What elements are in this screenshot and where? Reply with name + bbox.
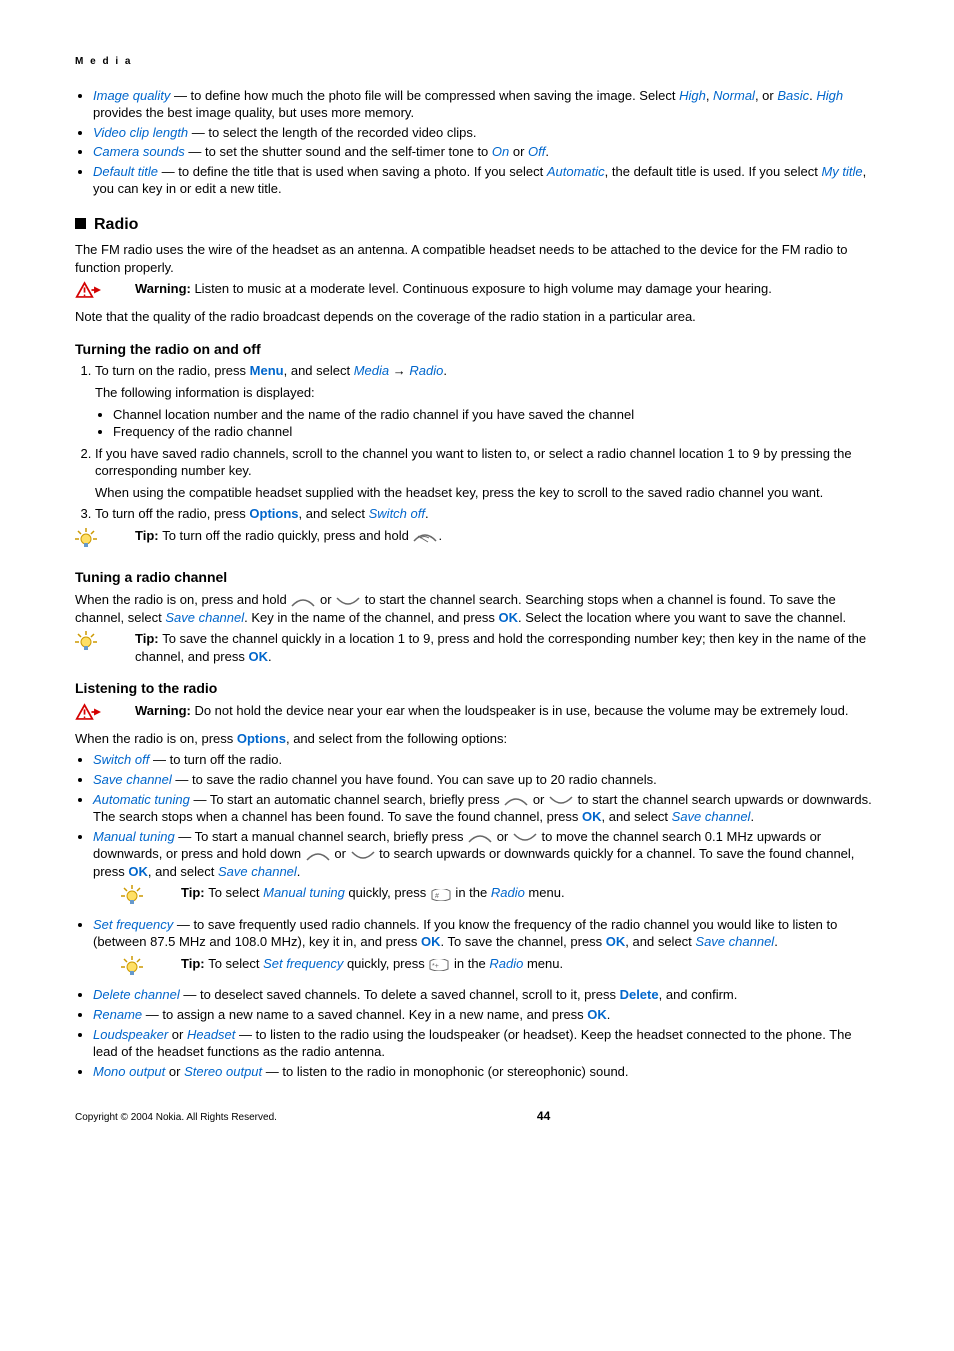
turning-steps: To turn on the radio, press Menu, and se… xyxy=(75,362,879,522)
listening-heading: Listening to the radio xyxy=(75,679,879,698)
tip-icon xyxy=(121,955,181,983)
radio-intro: The FM radio uses the wire of the headse… xyxy=(75,241,879,276)
item-default-title: Default title — to define the title that… xyxy=(93,163,879,198)
opt-manual-tuning: Manual tuning — To start a manual channe… xyxy=(93,828,879,912)
scroll-down-icon xyxy=(335,595,361,607)
listening-warning: Warning: Do not hold the device near you… xyxy=(75,702,879,726)
item-image-quality: Image quality — to define how much the p… xyxy=(93,87,879,122)
warning-icon xyxy=(75,702,135,726)
tuning-p1: When the radio is on, press and hold or … xyxy=(75,591,879,626)
radio-warning: Warning: Listen to music at a moderate l… xyxy=(75,280,879,304)
listening-options: Switch off — to turn off the radio. Save… xyxy=(75,751,879,1080)
breadcrumb: M e d i a xyxy=(75,55,879,69)
square-bullet-icon xyxy=(75,218,86,229)
opt-rename: Rename — to assign a new name to a saved… xyxy=(93,1006,879,1024)
scroll-up-icon xyxy=(467,831,493,843)
opt-switch-off: Switch off — to turn off the radio. xyxy=(93,751,879,769)
scroll-up-icon xyxy=(305,849,331,861)
star-key-icon xyxy=(428,958,450,970)
footer: Copyright © 2004 Nokia. All Rights Reser… xyxy=(75,1108,879,1125)
item-video-clip-length: Video clip length — to select the length… xyxy=(93,124,879,142)
scroll-down-icon xyxy=(512,831,538,843)
camera-settings-list: Image quality — to define how much the p… xyxy=(75,87,879,198)
scroll-down-icon xyxy=(548,794,574,806)
listening-intro: When the radio is on, press Options, and… xyxy=(75,730,879,748)
step-3: To turn off the radio, press Options, an… xyxy=(95,505,879,523)
set-frequency-tip: Tip: To select Set frequency quickly, pr… xyxy=(121,955,879,983)
tuning-tip: Tip: To save the channel quickly in a lo… xyxy=(75,630,879,665)
hash-key-icon xyxy=(430,888,452,900)
step-2: If you have saved radio channels, scroll… xyxy=(95,445,879,502)
scroll-up-icon xyxy=(503,794,529,806)
scroll-up-icon xyxy=(290,595,316,607)
step-1-displayed: The following information is displayed: xyxy=(95,384,879,402)
warning-icon xyxy=(75,280,135,304)
opt-delete-channel: Delete channel — to deselect saved chann… xyxy=(93,986,879,1004)
opt-save-channel: Save channel — to save the radio channel… xyxy=(93,771,879,789)
step-2b: When using the compatible headset suppli… xyxy=(95,484,879,502)
opt-mono-output: Mono output or Stereo output — to listen… xyxy=(93,1063,879,1081)
step-1-b2: Frequency of the radio channel xyxy=(113,423,879,441)
opt-loudspeaker: Loudspeaker or Headset — to listen to th… xyxy=(93,1026,879,1061)
tuning-heading: Tuning a radio channel xyxy=(75,568,879,587)
scroll-down-icon xyxy=(350,849,376,861)
opt-set-frequency: Set frequency — to save frequently used … xyxy=(93,916,879,983)
copyright: Copyright © 2004 Nokia. All Rights Reser… xyxy=(75,1111,277,1125)
step-1: To turn on the radio, press Menu, and se… xyxy=(95,362,879,440)
end-key-icon xyxy=(412,530,438,542)
step-1-b1: Channel location number and the name of … xyxy=(113,406,879,424)
manual-tuning-tip: Tip: To select Manual tuning quickly, pr… xyxy=(121,884,879,912)
radio-heading: Radio xyxy=(75,214,879,236)
tip-icon xyxy=(75,527,135,555)
turning-tip: Tip: To turn off the radio quickly, pres… xyxy=(75,527,879,555)
tip-icon xyxy=(121,884,181,912)
tip-icon xyxy=(75,630,135,658)
turning-heading: Turning the radio on and off xyxy=(75,340,879,359)
page-number: 44 xyxy=(537,1108,550,1124)
radio-note: Note that the quality of the radio broad… xyxy=(75,308,879,326)
item-camera-sounds: Camera sounds — to set the shutter sound… xyxy=(93,143,879,161)
opt-automatic-tuning: Automatic tuning — To start an automatic… xyxy=(93,791,879,826)
